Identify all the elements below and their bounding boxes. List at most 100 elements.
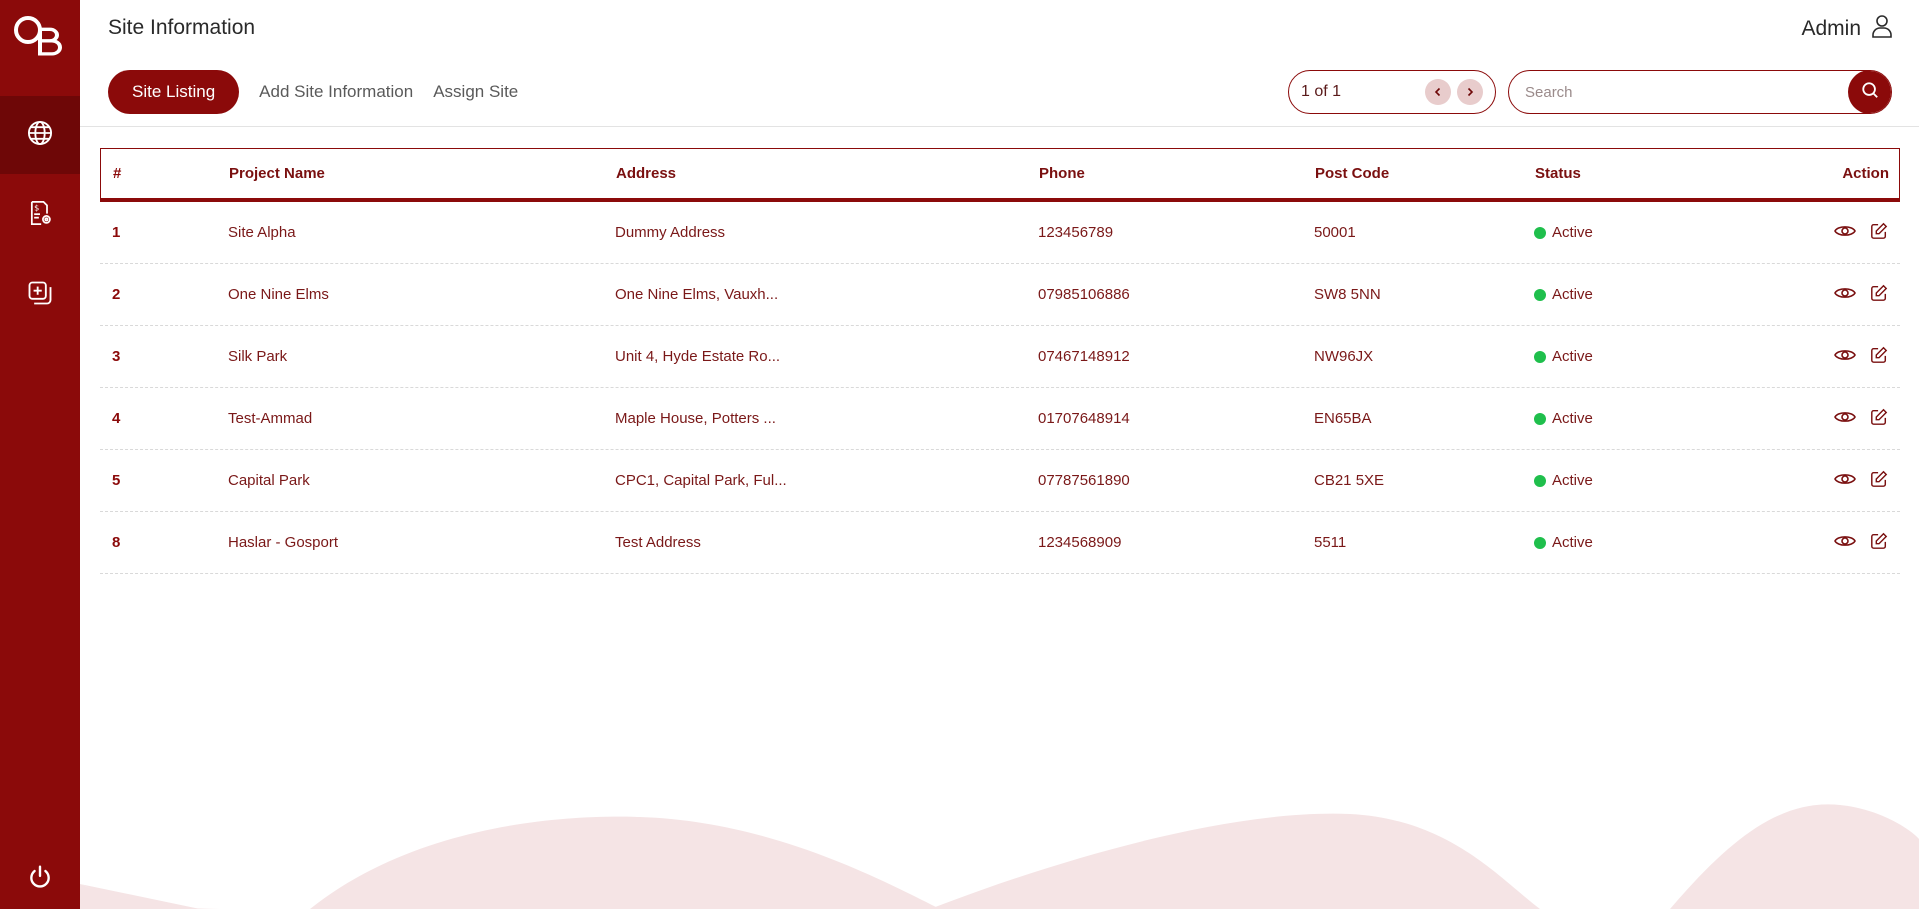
user-menu[interactable]: Admin (1801, 14, 1893, 43)
phone: 07985106886 (1038, 286, 1130, 303)
project-name: Capital Park (228, 472, 310, 489)
table-row: 5 Capital Park CPC1, Capital Park, Ful... 0… (100, 450, 1900, 512)
post-code: 50001 (1314, 224, 1356, 241)
power-icon (27, 864, 53, 895)
page-title: Site Information (108, 16, 256, 39)
project-name: Site Alpha (228, 224, 296, 241)
status-dot-icon (1534, 412, 1546, 425)
row-actions (1734, 532, 1900, 554)
status-text: Active (1552, 472, 1593, 489)
edit-button[interactable] (1868, 284, 1890, 306)
status-text: Active (1552, 348, 1593, 365)
edit-icon (1870, 346, 1888, 368)
pagination: 1 of 1 (1288, 70, 1496, 114)
logout-button[interactable] (0, 861, 80, 897)
phone: 07787561890 (1038, 472, 1130, 489)
row-actions (1734, 222, 1900, 244)
search-input[interactable] (1509, 71, 1848, 113)
row-actions (1734, 284, 1900, 306)
next-page-button[interactable] (1457, 79, 1483, 105)
sidebar: $ (0, 0, 80, 909)
post-code: NW96JX (1314, 348, 1374, 365)
edit-button[interactable] (1868, 346, 1890, 368)
project-name: One Nine Elms (228, 286, 329, 303)
search-button[interactable] (1848, 71, 1891, 113)
tab-site-listing[interactable]: Site Listing (108, 70, 240, 114)
view-button[interactable] (1834, 532, 1856, 554)
edit-button[interactable] (1868, 470, 1890, 492)
view-button[interactable] (1834, 470, 1856, 492)
row-number: 1 (112, 224, 121, 241)
chevron-left-icon (1433, 84, 1443, 100)
row-number: 5 (112, 472, 121, 489)
phone: 01707648914 (1038, 410, 1130, 427)
table-row: 4 Test-Ammad Maple House, Potters ... 01707… (100, 388, 1900, 450)
edit-icon (1870, 222, 1888, 244)
edit-button[interactable] (1868, 532, 1890, 554)
tab-add-site-information[interactable]: Add Site Information (259, 82, 413, 102)
status-badge: Active (1534, 348, 1734, 365)
phone: 1234568909 (1038, 534, 1122, 551)
table-header: # Project Name Address Phone Post Code S… (100, 148, 1900, 202)
prev-page-button[interactable] (1425, 79, 1451, 105)
col-header-project-name: Project Name (229, 165, 325, 182)
status-text: Active (1552, 410, 1593, 427)
status-dot-icon (1534, 226, 1546, 239)
edit-button[interactable] (1868, 408, 1890, 430)
table-row: 1 Site Alpha Dummy Address 123456789 50001 Ac… (100, 202, 1900, 264)
status-dot-icon (1534, 474, 1546, 487)
status-dot-icon (1534, 288, 1546, 301)
ob-logo[interactable] (10, 12, 66, 68)
address: Dummy Address (615, 224, 726, 241)
col-header-number: # (113, 165, 122, 182)
eye-icon (1834, 471, 1856, 491)
edit-icon (1870, 408, 1888, 430)
status-badge: Active (1534, 410, 1734, 427)
col-header-status: Status (1535, 165, 1581, 182)
sidebar-item-add[interactable] (0, 256, 80, 334)
row-number: 3 (112, 348, 121, 365)
tab-bar: Site Listing Add Site Information Assign… (108, 70, 518, 114)
sidebar-item-sites[interactable] (0, 96, 80, 174)
globe-icon (26, 119, 54, 152)
project-name: Haslar - Gosport (228, 534, 339, 551)
project-name: Silk Park (228, 348, 288, 365)
chevron-right-icon (1465, 84, 1475, 100)
main-content: Site Information Admin Site Listing Add … (80, 0, 1919, 909)
view-button[interactable] (1834, 346, 1856, 368)
status-badge: Active (1534, 224, 1734, 241)
col-header-action: Action (1842, 165, 1889, 182)
page-indicator: 1 of 1 (1301, 83, 1342, 100)
invoice-settings-icon: $ (26, 199, 54, 232)
edit-button[interactable] (1868, 222, 1890, 244)
eye-icon (1834, 347, 1856, 367)
user-icon (1871, 14, 1893, 43)
sidebar-item-invoices[interactable]: $ (0, 176, 80, 254)
eye-icon (1834, 285, 1856, 305)
table-row: 3 Silk Park Unit 4, Hyde Estate Ro... 07467… (100, 326, 1900, 388)
post-code: SW8 5NN (1314, 286, 1381, 303)
status-badge: Active (1534, 472, 1734, 489)
site-table: # Project Name Address Phone Post Code S… (100, 148, 1900, 574)
table-row: 8 Haslar - Gosport Test Address 1234568909 5… (100, 512, 1900, 574)
row-actions (1734, 470, 1900, 492)
project-name: Test-Ammad (228, 410, 313, 427)
view-button[interactable] (1834, 222, 1856, 244)
row-number: 8 (112, 534, 121, 551)
row-actions (1734, 346, 1900, 368)
view-button[interactable] (1834, 408, 1856, 430)
eye-icon (1834, 223, 1856, 243)
row-number: 4 (112, 410, 121, 427)
address: CPC1, Capital Park, Ful... (615, 472, 787, 489)
status-dot-icon (1534, 536, 1546, 549)
status-text: Active (1552, 224, 1593, 241)
address: Unit 4, Hyde Estate Ro... (615, 348, 781, 365)
add-document-icon (26, 279, 54, 312)
address: Test Address (615, 534, 701, 551)
post-code: CB21 5XE (1314, 472, 1385, 489)
col-header-post-code: Post Code (1315, 165, 1390, 182)
row-number: 2 (112, 286, 121, 303)
view-button[interactable] (1834, 284, 1856, 306)
post-code: EN65BA (1314, 410, 1372, 427)
tab-assign-site[interactable]: Assign Site (433, 82, 518, 102)
